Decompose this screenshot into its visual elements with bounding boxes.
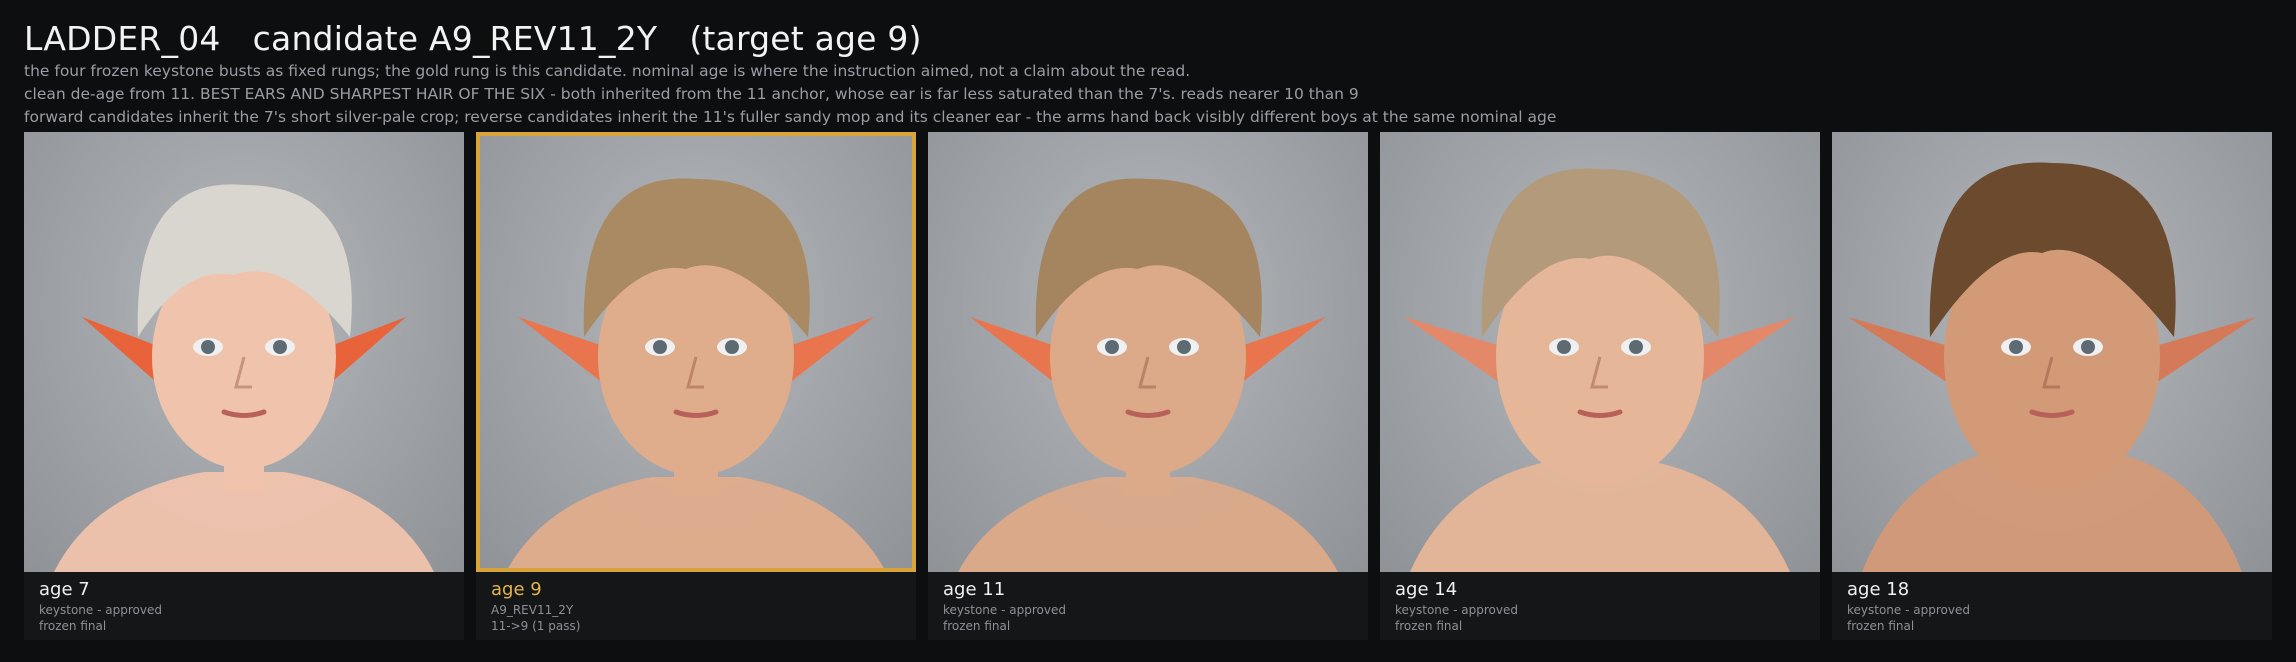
portrait-image [24, 132, 464, 572]
note-label: frozen final [1395, 619, 1463, 633]
portrait-bust [1404, 168, 1796, 572]
portrait-bust [506, 178, 886, 572]
ladder-strip: age 7 keystone - approved frozen final a… [24, 132, 2272, 640]
age-label: age 18 [1847, 579, 1910, 600]
portrait-image [476, 132, 916, 572]
right-iris [1629, 340, 1643, 354]
age-label: age 7 [39, 579, 90, 600]
status-label: keystone - approved [943, 603, 1066, 617]
status-label: keystone - approved [1395, 603, 1518, 617]
age-label: age 9 [491, 579, 542, 600]
left-ear [518, 317, 608, 387]
card-caption: age 11 keystone - approved frozen final [943, 578, 1066, 634]
right-iris [1177, 340, 1191, 354]
page-title: LADDER_04 candidate A9_REV11_2Y (target … [24, 19, 922, 58]
portrait-image [1380, 132, 1820, 572]
card-caption: age 9 A9_REV11_2Y 11->9 (1 pass) [491, 578, 580, 634]
status-label: keystone - approved [39, 603, 162, 617]
rung-card-age-9-candidate[interactable]: age 9 A9_REV11_2Y 11->9 (1 pass) [476, 132, 916, 640]
right-ear [1694, 317, 1796, 387]
pass-label: 11->9 (1 pass) [491, 619, 581, 633]
portrait-image [928, 132, 1368, 572]
portrait-bust [54, 184, 434, 572]
rung-card-age-7[interactable]: age 7 keystone - approved frozen final [24, 132, 464, 640]
note-label: frozen final [943, 619, 1011, 633]
left-iris [2009, 340, 2023, 354]
description-line-1: the four frozen keystone busts as fixed … [24, 62, 1191, 80]
left-ear [1404, 317, 1506, 387]
candidate-id-label: A9_REV11_2Y [491, 603, 574, 617]
left-iris [1557, 340, 1571, 354]
left-iris [653, 340, 667, 354]
card-caption: age 18 keystone - approved frozen final [1847, 578, 1970, 634]
rung-card-age-14[interactable]: age 14 keystone - approved frozen final [1380, 132, 1820, 640]
right-iris [273, 340, 287, 354]
right-ear [1236, 317, 1326, 387]
right-ear [2150, 317, 2256, 387]
description-line-3: forward candidates inherit the 7's short… [24, 108, 1557, 126]
left-ear [1848, 317, 1954, 387]
header: LADDER_04 candidate A9_REV11_2Y (target … [24, 18, 2272, 129]
age-label: age 11 [943, 579, 1006, 600]
card-caption: age 14 keystone - approved frozen final [1395, 578, 1518, 634]
note-label: frozen final [39, 619, 107, 633]
rung-card-age-11[interactable]: age 11 keystone - approved frozen final [928, 132, 1368, 640]
age-label: age 14 [1395, 579, 1458, 600]
card-caption: age 7 keystone - approved frozen final [39, 578, 162, 634]
left-ear [970, 317, 1060, 387]
right-ear [326, 317, 406, 387]
left-iris [1105, 340, 1119, 354]
right-iris [725, 340, 739, 354]
description-line-2: clean de-age from 11. BEST EARS AND SHAR… [24, 85, 1359, 103]
left-ear [82, 317, 162, 387]
rung-card-age-18[interactable]: age 18 keystone - approved frozen final [1832, 132, 2272, 640]
portrait-image [1832, 132, 2272, 572]
right-ear [784, 317, 874, 387]
portrait-bust [958, 178, 1338, 572]
left-iris [201, 340, 215, 354]
right-iris [2081, 340, 2095, 354]
portrait-bust [1848, 162, 2256, 572]
status-label: keystone - approved [1847, 603, 1970, 617]
note-label: frozen final [1847, 619, 1915, 633]
